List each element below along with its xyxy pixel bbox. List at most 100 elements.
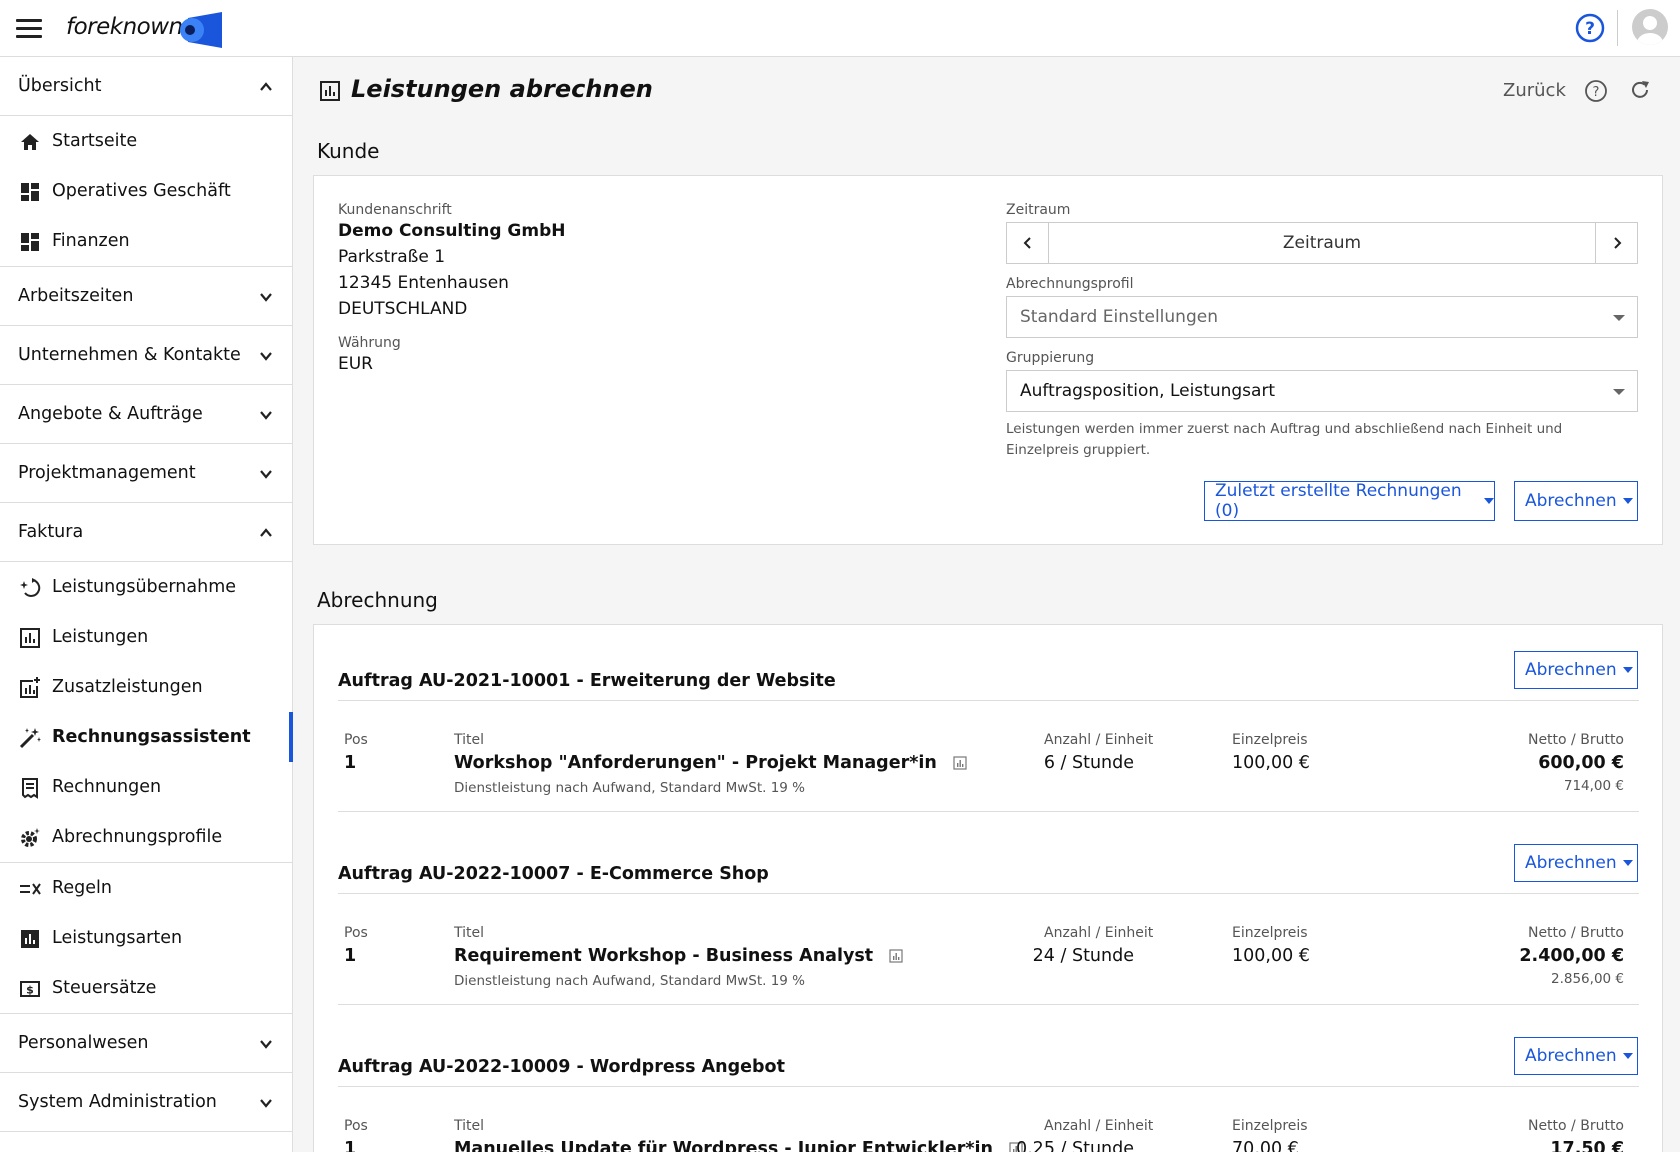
col-pos-label: Pos	[344, 1118, 368, 1134]
period-picker: Zeitraum	[1006, 222, 1638, 264]
bill-all-button[interactable]: Abrechnen	[1514, 481, 1638, 521]
row-net: 600,00 €	[1538, 753, 1624, 773]
row-price: 100,00 €	[1232, 946, 1310, 966]
help-icon[interactable]: ?	[1575, 13, 1605, 43]
row-price: 100,00 €	[1232, 753, 1310, 773]
chevron-down-icon	[260, 1099, 272, 1108]
grouping-select[interactable]: Auftragsposition, Leistungsart	[1006, 370, 1638, 412]
customer-address: Kundenanschrift Demo Consulting GmbH Par…	[338, 202, 565, 377]
brand-logo-icon	[180, 12, 222, 48]
order-bill-button[interactable]: Abrechnen	[1514, 1037, 1638, 1075]
sidebar-item-abrechnungsprofile[interactable]: Abrechnungsprofile	[0, 812, 292, 862]
sparkle-icon	[20, 578, 41, 597]
period-label: Zeitraum	[1006, 202, 1071, 218]
order-bill-button[interactable]: Abrechnen	[1514, 651, 1638, 689]
chart-icon[interactable]	[889, 949, 903, 963]
sidebar-item-leistungen[interactable]: Leistungen	[0, 612, 292, 662]
row-pos: 1	[344, 946, 357, 966]
col-total-label: Netto / Brutto	[1527, 925, 1624, 941]
period-prev-button[interactable]	[1007, 223, 1049, 263]
sidebar-item-leistungsarten[interactable]: Leistungsarten	[0, 913, 292, 963]
svg-text:?: ?	[1585, 19, 1595, 39]
row-pos: 1	[344, 1139, 357, 1152]
company-name: Demo Consulting GmbH	[338, 221, 566, 241]
money-icon: $	[20, 981, 40, 997]
sidebar-item-steuersaetze[interactable]: $ Steuersätze	[0, 963, 292, 1013]
sidebar-item-regeln[interactable]: Regeln	[0, 863, 292, 913]
chevron-right-icon	[1613, 237, 1621, 249]
sidebar-section-faktura[interactable]: Faktura	[0, 503, 292, 562]
avatar[interactable]	[1632, 9, 1668, 45]
col-qty-label: Anzahl / Einheit	[1044, 732, 1154, 748]
dashboard-icon	[21, 183, 39, 201]
help-icon[interactable]: ?	[1584, 79, 1608, 103]
order-divider	[338, 811, 1639, 812]
row-net: 17,50 €	[1550, 1139, 1624, 1152]
sidebar-section-system-administration[interactable]: System Administration	[0, 1073, 292, 1132]
col-pos-label: Pos	[344, 732, 368, 748]
sidebar-section-projektmanagement[interactable]: Projektmanagement	[0, 444, 292, 503]
sidebar-section-personalwesen[interactable]: Personalwesen	[0, 1014, 292, 1073]
grouping-hint: Leistungen werden immer zuerst nach Auft…	[1006, 421, 1563, 458]
profile-select[interactable]: Standard Einstellungen	[1006, 296, 1638, 338]
section-heading-kunde: Kunde	[317, 139, 380, 163]
sidebar-item-zusatzleistungen[interactable]: Zusatzleistungen	[0, 662, 292, 712]
sidebar: Übersicht Startseite Operatives Geschäft…	[0, 57, 293, 1152]
grouping-label: Gruppierung	[1006, 350, 1095, 366]
row-gross: 2.856,00 €	[1551, 971, 1624, 987]
chart-icon	[320, 81, 340, 101]
wand-icon	[19, 728, 41, 749]
billing-card: Auftrag AU-2021-10001 - Erweiterung der …	[313, 624, 1663, 1152]
col-title-label: Titel	[454, 1118, 485, 1134]
chevron-down-icon	[260, 352, 272, 361]
recent-invoices-button[interactable]: Zuletzt erstellte Rechnungen (0)	[1204, 481, 1495, 521]
chevron-down-icon	[260, 1040, 272, 1049]
chevron-down-icon	[260, 470, 272, 479]
period-value[interactable]: Zeitraum	[1049, 223, 1595, 263]
sidebar-section-angebote[interactable]: Angebote & Aufträge	[0, 385, 292, 444]
row-qty: 24 / Stunde	[1032, 946, 1134, 966]
back-link[interactable]: Zurück	[1503, 80, 1566, 101]
caret-down-icon	[1622, 1053, 1633, 1059]
sidebar-section-uebersicht[interactable]: Übersicht	[0, 57, 292, 116]
currency-value: EUR	[338, 354, 373, 374]
col-pos-label: Pos	[344, 925, 368, 941]
receipt-icon	[22, 778, 38, 799]
order-bill-button[interactable]: Abrechnen	[1514, 844, 1638, 882]
dashboard-icon	[21, 233, 39, 251]
col-title-label: Titel	[454, 732, 485, 748]
sidebar-item-startseite[interactable]: Startseite	[0, 116, 292, 166]
chevron-up-icon	[260, 528, 272, 537]
city: 12345 Entenhausen	[338, 273, 509, 293]
order-divider	[338, 1086, 1639, 1087]
col-price-label: Einzelpreis	[1232, 1118, 1308, 1134]
refresh-icon[interactable]	[1629, 79, 1651, 101]
row-qty: 6 / Stunde	[1043, 753, 1134, 773]
gear-icon	[21, 828, 40, 847]
sidebar-item-finanzen[interactable]: Finanzen	[0, 216, 292, 266]
chevron-down-icon	[260, 293, 272, 302]
row-title: Requirement Workshop - Business Analyst	[454, 946, 903, 966]
home-icon	[21, 134, 39, 150]
brand-name: foreknown	[66, 14, 183, 40]
menu-icon[interactable]	[16, 19, 42, 39]
row-title: Workshop "Anforderungen" - Projekt Manag…	[454, 753, 967, 773]
sidebar-section-unternehmen[interactable]: Unternehmen & Kontakte	[0, 326, 292, 385]
caret-down-icon	[1622, 860, 1633, 866]
chevron-up-icon	[260, 82, 272, 91]
row-price: 70,00 €	[1232, 1139, 1299, 1152]
row-title: Manuelles Update für Wordpress - Junior …	[454, 1139, 1023, 1152]
customer-card: Kundenanschrift Demo Consulting GmbH Par…	[313, 175, 1663, 545]
chart-plus-icon	[20, 677, 40, 698]
col-qty-label: Anzahl / Einheit	[1044, 925, 1154, 941]
currency-label: Währung	[338, 335, 401, 351]
sidebar-item-leistungsuebernahme[interactable]: Leistungsübernahme	[0, 562, 292, 612]
sidebar-item-rechnungen[interactable]: Rechnungen	[0, 762, 292, 812]
sidebar-section-arbeitszeiten[interactable]: Arbeitszeiten	[0, 267, 292, 326]
order-divider	[338, 893, 1639, 894]
sidebar-item-rechnungsassistent[interactable]: Rechnungsassistent	[0, 712, 293, 762]
sidebar-item-operatives-geschaeft[interactable]: Operatives Geschäft	[0, 166, 292, 216]
period-next-button[interactable]	[1595, 223, 1637, 263]
caret-down-icon	[1622, 667, 1633, 673]
row-subtitle: Dienstleistung nach Aufwand, Standard Mw…	[454, 973, 806, 989]
